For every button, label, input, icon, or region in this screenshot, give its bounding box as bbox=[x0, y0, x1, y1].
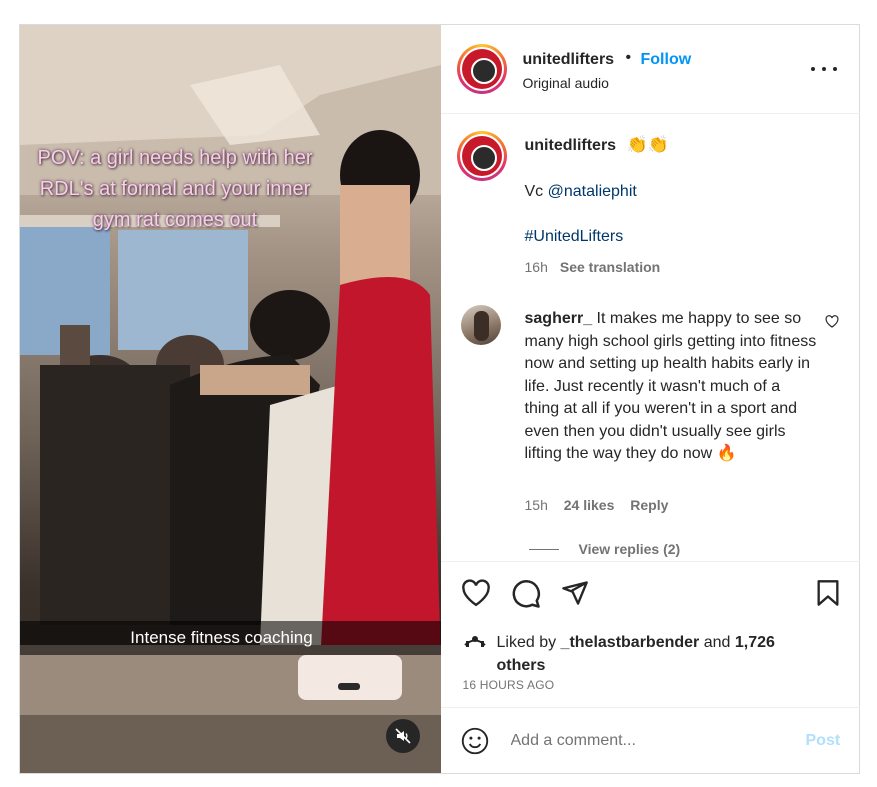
caption-username[interactable]: unitedlifters bbox=[525, 137, 617, 155]
audio-link[interactable]: Original audio bbox=[523, 75, 609, 91]
clapping-hands-emoji: 👏👏 bbox=[626, 135, 669, 154]
post-header: unitedlifters • Follow Original audio bbox=[440, 25, 860, 114]
comment-time: 15h bbox=[524, 497, 548, 513]
replies-divider bbox=[528, 548, 559, 550]
like-button[interactable] bbox=[461, 579, 491, 612]
save-button[interactable] bbox=[815, 579, 841, 612]
more-dot-icon bbox=[832, 67, 837, 71]
commenter-avatar[interactable] bbox=[460, 305, 501, 345]
post-actions: Liked by _thelastbarbender and 1,726 othe… bbox=[440, 561, 860, 707]
comment-icon bbox=[512, 580, 540, 608]
liked-by-username[interactable]: _thelastbarbender bbox=[561, 634, 700, 651]
heart-icon bbox=[461, 579, 490, 607]
separator-dot: • bbox=[625, 49, 632, 66]
post-details-panel: unitedlifters • Follow Original audio un… bbox=[440, 25, 860, 773]
caption-avatar[interactable] bbox=[456, 131, 507, 181]
liked-by-avatar[interactable] bbox=[463, 632, 487, 655]
caption-time: 16h bbox=[524, 259, 548, 275]
barbender-logo-icon bbox=[463, 636, 486, 647]
likes-others[interactable]: others bbox=[497, 657, 546, 674]
see-translation-button[interactable]: See translation bbox=[560, 259, 660, 275]
emoji-picker-button[interactable] bbox=[461, 727, 489, 760]
comment-likes[interactable]: 24 likes bbox=[564, 497, 615, 513]
post-timestamp[interactable]: 16 HOURS AGO bbox=[463, 678, 555, 692]
comment-text: It makes me happy to see so many high sc… bbox=[524, 310, 817, 462]
video-caption: Intense fitness coaching bbox=[20, 621, 441, 655]
video-overlay-text: POV: a girl needs help with her RDL's at… bbox=[37, 147, 313, 231]
united-lifters-logo bbox=[461, 136, 502, 176]
video-frame bbox=[20, 25, 441, 773]
comment-button[interactable] bbox=[511, 579, 541, 614]
caption-credit-prefix: Vc bbox=[524, 183, 548, 200]
follow-button[interactable]: Follow bbox=[641, 51, 692, 69]
caption-credit: Vc @nataliephit bbox=[525, 183, 637, 201]
post-video[interactable]: POV: a girl needs help with her RDL's at… bbox=[20, 25, 441, 773]
caption-meta: 16h See translation bbox=[525, 259, 661, 275]
smiley-icon bbox=[461, 727, 488, 755]
comment-input[interactable] bbox=[510, 728, 791, 754]
mute-button[interactable] bbox=[386, 719, 420, 753]
liked-by-text: Liked by _thelastbarbender and 1,726 othe… bbox=[497, 631, 827, 677]
united-lifters-logo bbox=[461, 49, 502, 89]
more-dot-icon bbox=[810, 67, 815, 71]
more-options-button[interactable] bbox=[810, 61, 837, 77]
commenter-username[interactable]: sagherr_ bbox=[525, 310, 593, 327]
likes-count[interactable]: 1,726 bbox=[735, 634, 775, 651]
speaker-muted-icon bbox=[395, 728, 411, 744]
share-icon bbox=[561, 581, 588, 605]
author-avatar[interactable] bbox=[456, 44, 507, 94]
comments-section[interactable]: unitedlifters 👏👏 Vc @nataliephit #United… bbox=[441, 115, 860, 561]
liked-by-and: and bbox=[699, 634, 735, 651]
comment-like-button[interactable] bbox=[825, 315, 839, 333]
view-replies-button[interactable]: View replies (2) bbox=[528, 541, 681, 557]
bookmark-icon bbox=[817, 580, 838, 606]
hashtag-link[interactable]: #UnitedLifters bbox=[525, 228, 624, 246]
instagram-post: POV: a girl needs help with her RDL's at… bbox=[19, 24, 860, 774]
view-replies-label: View replies (2) bbox=[578, 541, 681, 557]
more-dot-icon bbox=[821, 67, 826, 71]
post-comment-button[interactable]: Post bbox=[806, 732, 841, 750]
comment-meta: 15h 24 likes Reply bbox=[525, 497, 681, 513]
add-comment-bar: Post bbox=[440, 707, 860, 773]
share-button[interactable] bbox=[561, 579, 589, 612]
mention-link[interactable]: @nataliephit bbox=[548, 183, 637, 200]
reply-button[interactable]: Reply bbox=[630, 497, 668, 513]
liked-by-prefix: Liked by bbox=[496, 634, 561, 651]
comment-body: sagherr_ It makes me happy to see so man… bbox=[525, 308, 817, 466]
author-username[interactable]: unitedlifters bbox=[523, 51, 615, 69]
heart-icon bbox=[825, 315, 838, 328]
